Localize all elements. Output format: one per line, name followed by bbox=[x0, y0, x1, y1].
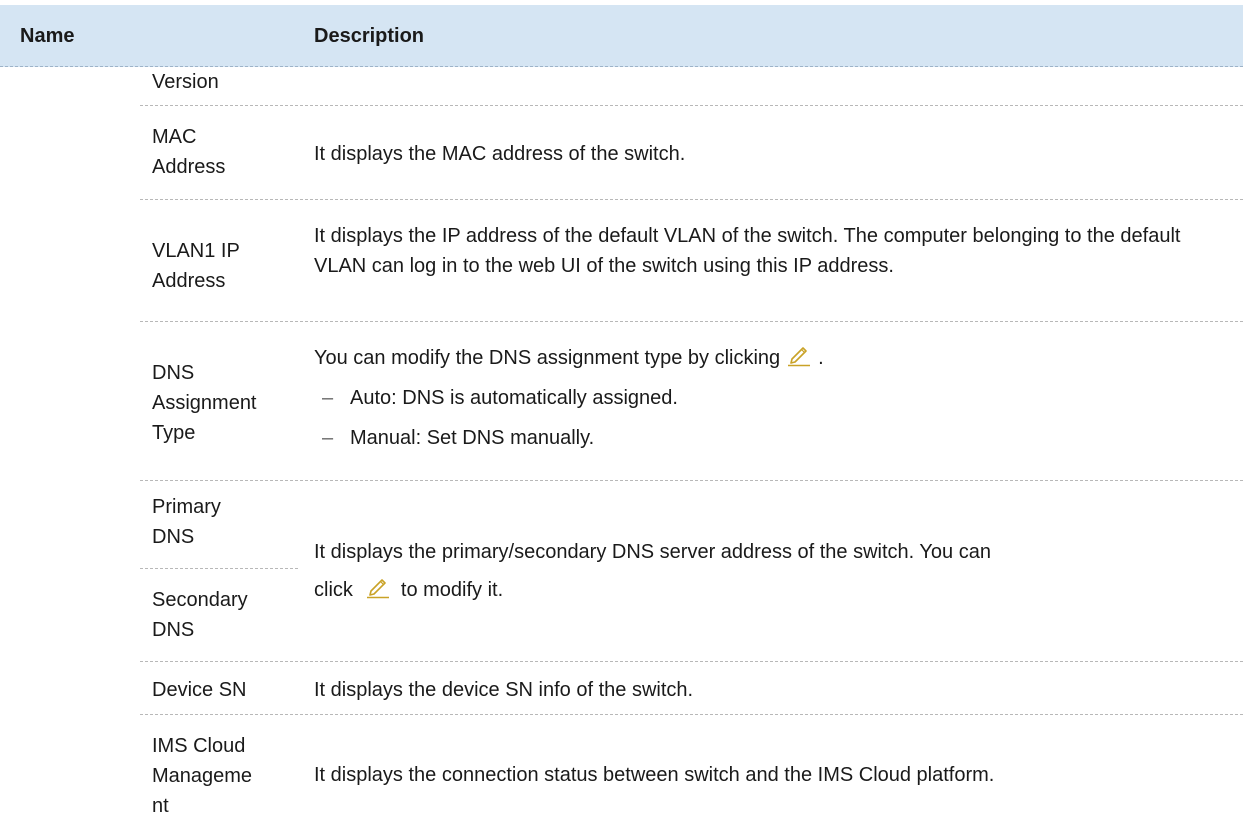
row-divider bbox=[140, 321, 1243, 322]
row-divider bbox=[140, 199, 1243, 200]
row-desc-vlan1-ip-address: It displays the IP address of the defaul… bbox=[314, 225, 1181, 277]
list-item: – Auto: DNS is automatically assigned. bbox=[322, 383, 1210, 413]
pencil-icon bbox=[786, 343, 812, 376]
row-divider bbox=[140, 105, 1243, 106]
bullet-text-auto: Auto: DNS is automatically assigned. bbox=[350, 387, 678, 409]
row-name-ims-cloud-management: IMS Cloud Manageme nt bbox=[152, 735, 253, 817]
dns-type-desc-suffix: . bbox=[818, 347, 824, 369]
row-desc-primary-secondary-dns: It displays the primary/secondary DNS se… bbox=[314, 537, 1219, 608]
row-name-mac-address: MAC Address bbox=[152, 126, 226, 178]
row-divider bbox=[140, 480, 1243, 481]
row-divider bbox=[140, 714, 1243, 715]
row-divider bbox=[140, 661, 1243, 662]
row-name-vlan1-ip-address: VLAN1 IP Address bbox=[152, 240, 240, 292]
column-header-name: Name bbox=[20, 25, 75, 47]
row-name-dns-assignment-type: DNS Assignment Type bbox=[152, 362, 257, 444]
dns-desc-suffix: to modify it. bbox=[400, 579, 504, 601]
dns-type-desc-text: You can modify the DNS assignment type b… bbox=[314, 347, 781, 369]
dns-desc-line2: click to modify it. bbox=[314, 575, 1219, 608]
list-item: – Manual: Set DNS manually. bbox=[322, 423, 1210, 453]
row-desc-dns-assignment-type: You can modify the DNS assignment type b… bbox=[314, 343, 1219, 376]
row-name-device-sn: Device SN bbox=[152, 679, 247, 701]
row-name-secondary-dns: Secondary DNS bbox=[152, 589, 248, 641]
row-name-version: Version bbox=[152, 71, 219, 93]
bullet-dash: – bbox=[322, 427, 334, 449]
row-desc-mac-address: It displays the MAC address of the switc… bbox=[314, 143, 686, 165]
row-desc-ims-cloud-management: It displays the connection status betwee… bbox=[314, 764, 995, 786]
dns-desc-line1: It displays the primary/secondary DNS se… bbox=[314, 541, 991, 563]
pencil-icon bbox=[365, 575, 391, 608]
table-header: Name Description bbox=[0, 5, 1243, 67]
row-divider bbox=[140, 568, 298, 569]
bullet-dash: – bbox=[322, 387, 334, 409]
column-header-description: Description bbox=[314, 25, 425, 47]
dns-desc-click: click bbox=[314, 579, 353, 601]
bullet-text-manual: Manual: Set DNS manually. bbox=[350, 427, 595, 449]
row-desc-device-sn: It displays the device SN info of the sw… bbox=[314, 679, 694, 701]
row-name-primary-dns: Primary DNS bbox=[152, 496, 221, 548]
